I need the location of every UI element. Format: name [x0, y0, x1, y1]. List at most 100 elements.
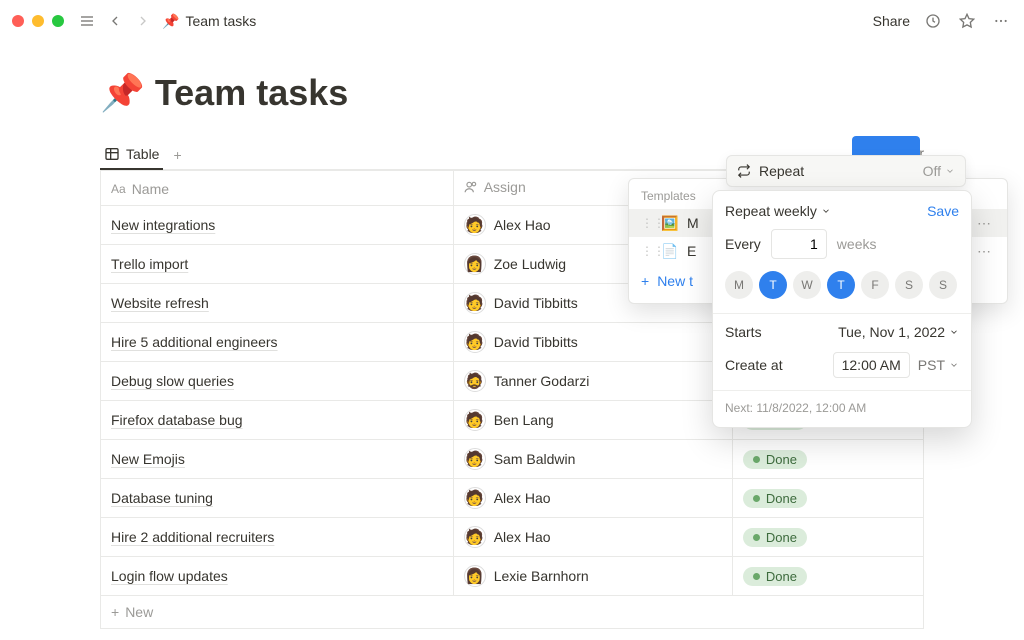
- assignee: David Tibbitts: [494, 295, 578, 311]
- assignee: Ben Lang: [494, 412, 554, 428]
- task-name[interactable]: Hire 5 additional engineers: [111, 334, 278, 350]
- weekday-toggle[interactable]: S: [895, 271, 923, 299]
- drag-handle-icon[interactable]: ⋮⋮: [641, 244, 653, 258]
- task-name[interactable]: Hire 2 additional recruiters: [111, 529, 274, 545]
- avatar: 🧔: [464, 370, 486, 392]
- repeat-icon: [737, 164, 751, 178]
- view-tab-table[interactable]: Table: [100, 140, 163, 170]
- table-icon: [104, 146, 120, 162]
- drag-handle-icon[interactable]: ⋮⋮: [641, 216, 653, 230]
- timezone-select[interactable]: PST: [918, 357, 959, 373]
- chevron-down-icon: [821, 206, 831, 216]
- maximize-window[interactable]: [52, 15, 64, 27]
- every-unit: weeks: [837, 236, 877, 252]
- assignee: Alex Hao: [494, 490, 551, 506]
- breadcrumb[interactable]: 📌 Team tasks: [162, 13, 256, 30]
- person-prop-icon: [464, 180, 478, 194]
- weekday-toggle[interactable]: T: [759, 271, 787, 299]
- weekday-toggle[interactable]: F: [861, 271, 889, 299]
- avatar: 🧑: [464, 409, 486, 431]
- task-name[interactable]: Trello import: [111, 256, 188, 272]
- menu-icon[interactable]: [76, 10, 98, 32]
- status-badge[interactable]: Done: [743, 450, 807, 469]
- every-label: Every: [725, 236, 761, 252]
- avatar: 🧑: [464, 448, 486, 470]
- new-row[interactable]: +New: [101, 596, 924, 629]
- create-time-input[interactable]: 12:00 AM: [833, 352, 910, 378]
- avatar: 🧑: [464, 526, 486, 548]
- table-row[interactable]: New Emojis 🧑 Sam Baldwin Done: [101, 440, 924, 479]
- close-window[interactable]: [12, 15, 24, 27]
- task-name[interactable]: New Emojis: [111, 451, 185, 467]
- avatar: 👩: [464, 565, 486, 587]
- avatar: 🧑: [464, 292, 486, 314]
- repeat-toggle[interactable]: Repeat Off: [726, 155, 966, 187]
- status-badge[interactable]: Done: [743, 528, 807, 547]
- assignee: Zoe Ludwig: [494, 256, 566, 272]
- repeat-mode-select[interactable]: Repeat weekly: [725, 203, 831, 219]
- share-button[interactable]: Share: [873, 13, 910, 29]
- create-at-label: Create at: [725, 357, 783, 373]
- table-row[interactable]: Hire 2 additional recruiters 🧑 Alex Hao Don…: [101, 518, 924, 557]
- chevron-down-icon: [949, 360, 959, 370]
- weekday-toggle[interactable]: T: [827, 271, 855, 299]
- repeat-panel: Repeat weekly Save Every weeks MTWTFSS S…: [712, 190, 972, 428]
- template-label: E: [687, 243, 696, 259]
- avatar: 🧑: [464, 214, 486, 236]
- page-heading: Team tasks: [155, 72, 348, 114]
- repeat-value: Off: [923, 163, 955, 179]
- column-name[interactable]: Aa Name: [101, 171, 454, 206]
- chevron-down-icon: [949, 327, 959, 337]
- table-row[interactable]: Login flow updates👩Lexie BarnhornDone: [101, 557, 924, 596]
- window-controls: [12, 15, 64, 27]
- weekday-toggle[interactable]: S: [929, 271, 957, 299]
- more-icon[interactable]: [990, 10, 1012, 32]
- page-title: 📌 Team tasks: [100, 72, 924, 114]
- status-badge[interactable]: Done: [743, 567, 807, 586]
- template-label: M: [687, 215, 699, 231]
- plus-icon: +: [111, 604, 119, 620]
- back-icon[interactable]: [104, 10, 126, 32]
- weekday-picker: MTWTFSS: [725, 271, 959, 299]
- task-name[interactable]: Database tuning: [111, 490, 213, 506]
- task-name[interactable]: New integrations: [111, 217, 215, 233]
- breadcrumb-title: Team tasks: [185, 13, 256, 29]
- repeat-label: Repeat: [759, 163, 804, 179]
- favorite-icon[interactable]: [956, 10, 978, 32]
- task-name[interactable]: Login flow updates: [111, 568, 228, 584]
- avatar: 🧑: [464, 331, 486, 353]
- task-name[interactable]: Firefox database bug: [111, 412, 243, 428]
- breadcrumb-icon: 📌: [162, 13, 179, 30]
- view-tab-label: Table: [126, 146, 159, 162]
- plus-icon: +: [641, 273, 649, 289]
- page-icon[interactable]: 📌: [100, 72, 145, 114]
- table-row[interactable]: Database tuning 🧑 Alex Hao Done: [101, 479, 924, 518]
- next-occurrence: Next: 11/8/2022, 12:00 AM: [725, 401, 959, 415]
- updates-icon[interactable]: [922, 10, 944, 32]
- weekday-toggle[interactable]: M: [725, 271, 753, 299]
- add-view-button[interactable]: +: [173, 147, 181, 163]
- assignee: Sam Baldwin: [494, 451, 576, 467]
- assignee: David Tibbitts: [494, 334, 578, 350]
- weekday-toggle[interactable]: W: [793, 271, 821, 299]
- topbar-actions: Share: [873, 10, 1012, 32]
- task-name[interactable]: Debug slow queries: [111, 373, 234, 389]
- template-icon: 📄: [661, 242, 679, 260]
- every-input[interactable]: [771, 229, 827, 259]
- template-icon: 🖼️: [661, 214, 679, 232]
- starts-label: Starts: [725, 324, 762, 340]
- task-name[interactable]: Website refresh: [111, 295, 209, 311]
- avatar: 🧑: [464, 487, 486, 509]
- forward-icon[interactable]: [132, 10, 154, 32]
- assignee: Alex Hao: [494, 217, 551, 233]
- topbar: 📌 Team tasks Share: [0, 0, 1024, 42]
- minimize-window[interactable]: [32, 15, 44, 27]
- template-more-icon[interactable]: ⋯: [973, 215, 995, 232]
- text-prop-icon: Aa: [111, 182, 126, 196]
- save-button[interactable]: Save: [927, 203, 959, 219]
- status-badge[interactable]: Done: [743, 489, 807, 508]
- assignee: Alex Hao: [494, 529, 551, 545]
- template-more-icon[interactable]: ⋯: [973, 243, 995, 260]
- starts-value[interactable]: Tue, Nov 1, 2022: [838, 324, 959, 340]
- avatar: 👩: [464, 253, 486, 275]
